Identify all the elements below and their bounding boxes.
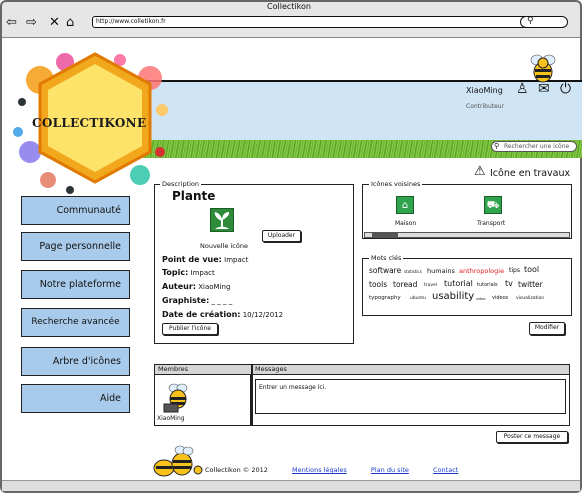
mail-icon[interactable]: ✉ (538, 82, 550, 96)
footer: Collectikon © 2012 Mentions légales Plan… (205, 466, 458, 474)
nav-notre-plateforme[interactable]: Notre plateforme (21, 270, 130, 299)
nav-arbre-icones[interactable]: Arbre d'icônes (21, 347, 130, 376)
neighbors-panel (362, 184, 572, 239)
browser-status-bar (2, 480, 580, 491)
prop-topic: Topic: Impact (162, 268, 215, 277)
post-message-button[interactable]: Poster ce message (496, 431, 568, 443)
tag-software[interactable]: software (369, 267, 401, 275)
neighbors-legend: Icônes voisines (369, 180, 423, 188)
publish-button[interactable]: Publier l'icône (162, 323, 218, 335)
header-messages: Messages (255, 365, 287, 373)
footer-link-mentions[interactable]: Mentions légales (292, 466, 347, 474)
nav-aide[interactable]: Aide (21, 384, 130, 413)
user-role: Contributeur (466, 103, 505, 110)
site-search-input[interactable]: Rechercher une icône (491, 141, 577, 152)
header-membres: Membres (158, 365, 188, 373)
tag-tutorials[interactable]: tutorials (477, 283, 498, 288)
footer-link-contact[interactable]: Contact (433, 466, 458, 474)
tag-tv[interactable]: tv (505, 280, 513, 288)
tag-video[interactable]: video (476, 297, 486, 302)
comments-header-row (154, 364, 570, 375)
upload-button[interactable]: Uploader (262, 230, 301, 242)
footer-copyright: Collectikon © 2012 (205, 466, 268, 474)
message-input[interactable]: Entrer un message ici. (255, 379, 566, 414)
scrollbar-thumb[interactable] (372, 233, 398, 237)
plant-icon (210, 208, 234, 232)
description-panel (154, 184, 354, 344)
car-icon[interactable]: ⛟ (484, 196, 502, 214)
logo-text: COLLECTIKONE (32, 116, 147, 130)
warning-icon: ⚠ (474, 164, 486, 179)
footer-link-plan[interactable]: Plan du site (371, 466, 409, 474)
tag-visualization[interactable]: visualization (516, 296, 544, 302)
status-warning: Icône en travaux (490, 168, 571, 179)
house-icon[interactable]: ⌂ (396, 196, 414, 214)
nav-recherche-avancee[interactable]: Recherche avancée (21, 308, 130, 337)
icon-title: Plante (172, 189, 216, 203)
tag-travel[interactable]: travel (424, 283, 437, 289)
tag-typography[interactable]: typography (369, 295, 401, 302)
column-divider (251, 364, 253, 426)
member-avatar[interactable] (160, 380, 194, 414)
tag-tools[interactable]: tools (369, 281, 387, 289)
power-icon[interactable]: ⏻ (560, 82, 571, 96)
tag-tutorial[interactable]: tutorial (444, 280, 473, 288)
tag-humains[interactable]: humains (427, 268, 455, 275)
icon-caption: Nouvelle icône (200, 242, 248, 250)
modify-button[interactable]: Modifier (529, 322, 565, 335)
nav-page-personnelle[interactable]: Page personnelle (21, 232, 130, 261)
tag-toread[interactable]: toread (393, 281, 417, 289)
member-name[interactable]: XiaoMing (157, 415, 185, 422)
prop-auteur: Auteur: XiaoMing (162, 282, 231, 291)
footer-bees-icon (150, 444, 210, 480)
user-name[interactable]: XiaoMing (466, 86, 503, 95)
prop-graphiste: Graphiste: _ _ _ _ (162, 296, 233, 305)
nav-communaute[interactable]: Communauté (21, 196, 130, 225)
tag-statistics[interactable]: statistics (404, 270, 422, 274)
tag-videos[interactable]: videos (492, 296, 508, 301)
prop-date-creation: Date de création: 10/12/2012 (162, 310, 284, 319)
tag-ubuntu[interactable]: ubuntu (410, 296, 426, 302)
neighbor-label-maison[interactable]: Maison (395, 220, 416, 227)
tag-anthropologie[interactable]: anthropologie (459, 268, 504, 275)
search-icon: ⚲ (494, 142, 500, 150)
tags-legend: Mots clés (369, 254, 404, 262)
bee-mascot-icon (528, 52, 558, 84)
prop-point-de-vue: Point de vue: Impact (162, 255, 249, 264)
tag-usability[interactable]: usability (432, 292, 474, 302)
tag-tips[interactable]: tips (509, 268, 520, 274)
description-legend: Description (160, 180, 202, 188)
tag-tool[interactable]: tool (524, 266, 539, 274)
tag-twitter[interactable]: twitter (518, 281, 543, 289)
user-profile-icon[interactable]: ♙ (516, 82, 529, 96)
neighbor-label-transport[interactable]: Transport (477, 220, 505, 227)
